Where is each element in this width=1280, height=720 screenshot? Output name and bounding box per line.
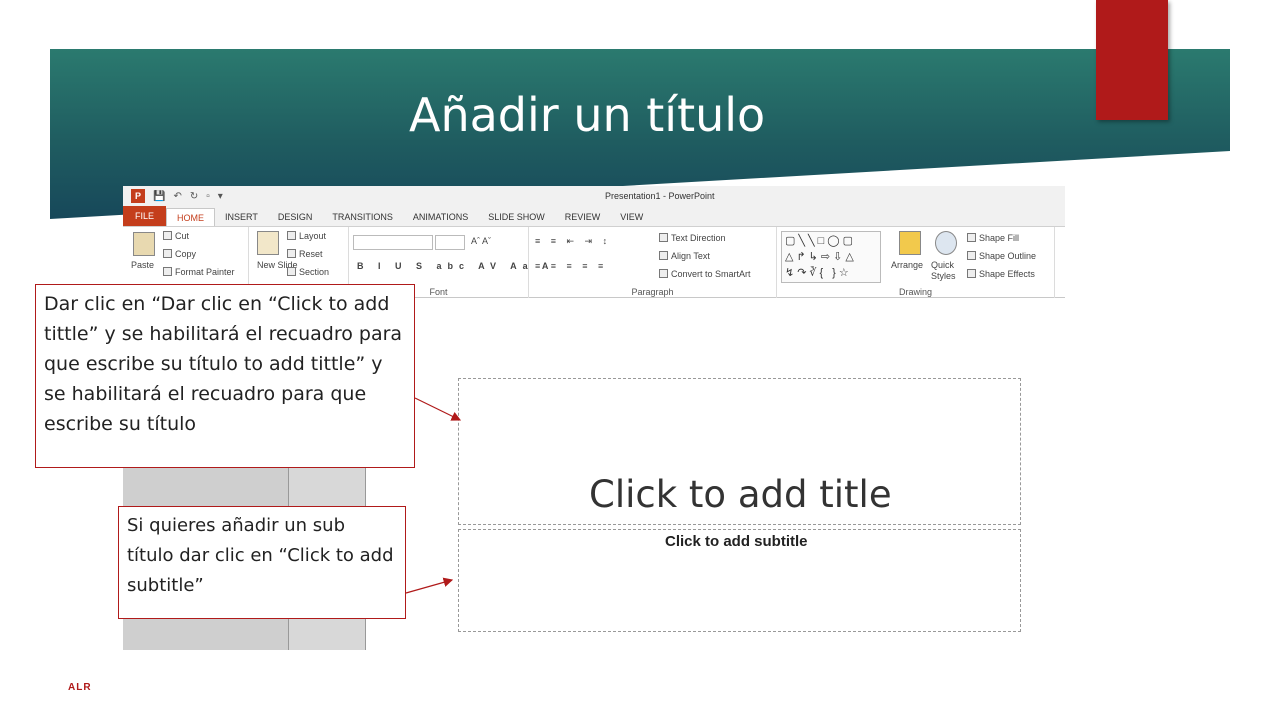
title-arrow <box>414 397 462 421</box>
subtitle-instruction-callout: Si quieres añadir un sub título dar clic… <box>118 506 406 619</box>
title-instruction-callout: Dar clic en “Dar clic en “Click to add t… <box>35 284 415 468</box>
footer-author: ALR <box>68 682 92 693</box>
subtitle-arrow <box>405 577 454 594</box>
